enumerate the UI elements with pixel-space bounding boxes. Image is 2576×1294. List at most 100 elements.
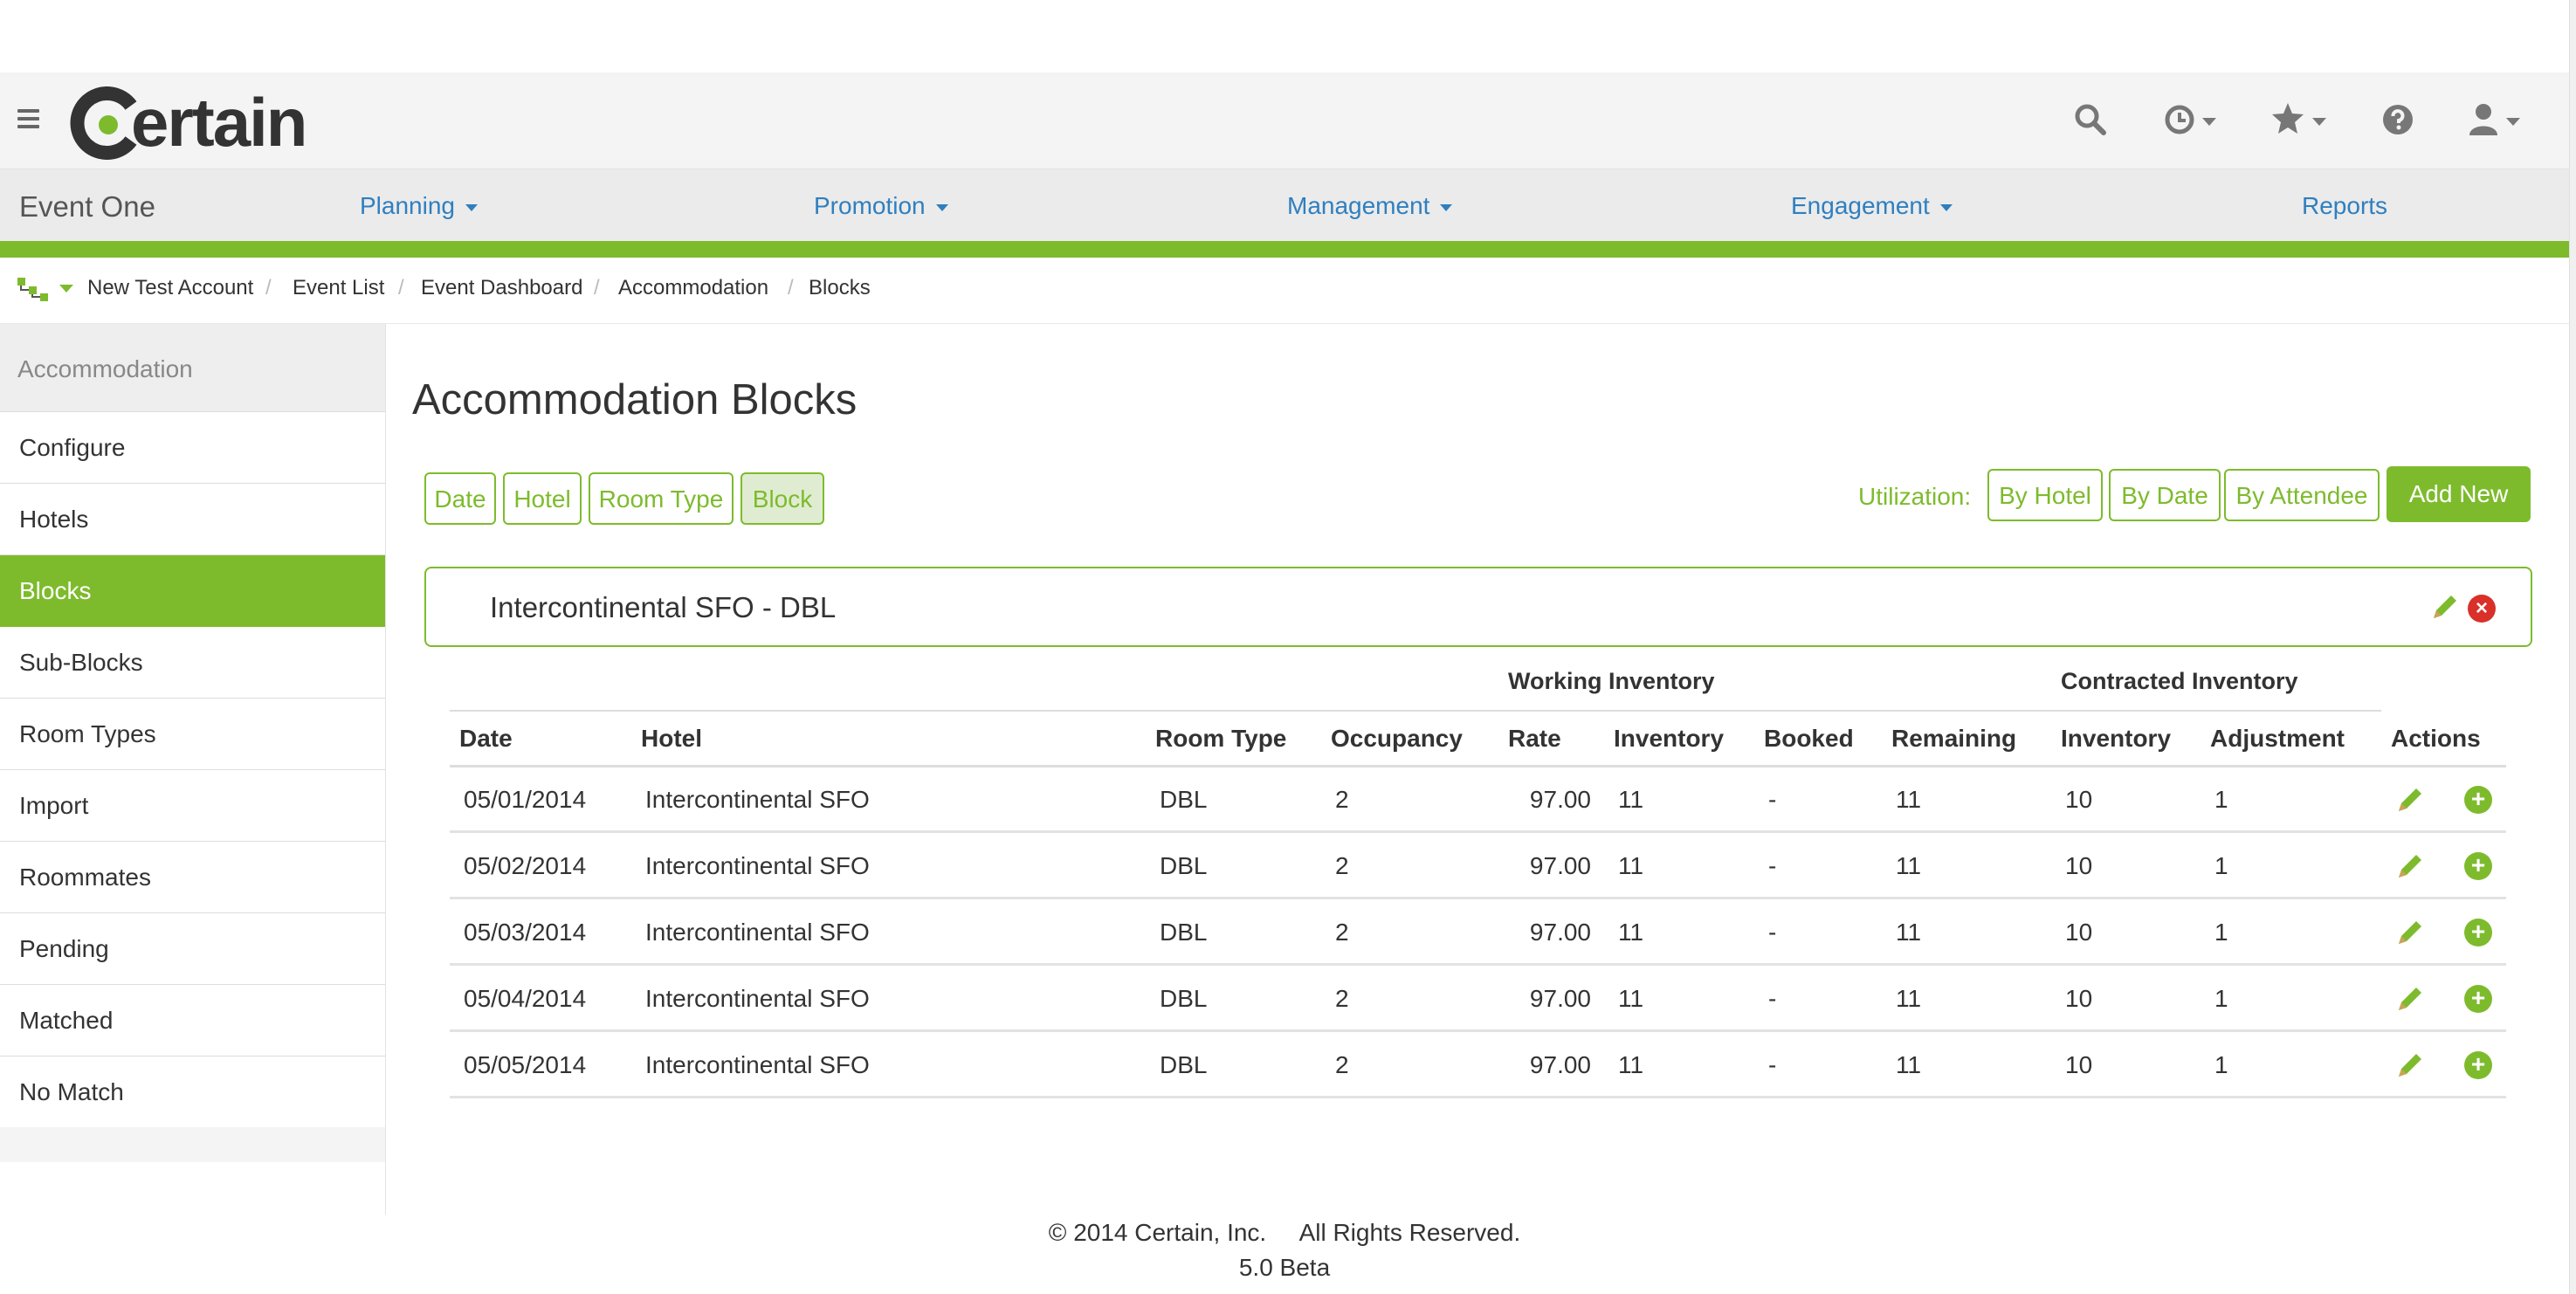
add-sub-block-icon[interactable]: + [2464, 985, 2492, 1013]
table-row: 05/04/2014 Intercontinental SFO DBL 2 97.00 1… [450, 966, 2506, 1032]
edit-row-icon[interactable] [2394, 919, 2424, 948]
sidebar-item-label: Sub-Blocks [19, 649, 143, 676]
nav-engagement[interactable]: Engagement [1791, 192, 1953, 220]
chevron-down-icon [2202, 118, 2216, 126]
nav-engagement-label: Engagement [1791, 192, 1930, 219]
cell-occupancy: 2 [1335, 852, 1349, 879]
cell-working-inventory: 11 [1618, 1051, 1644, 1078]
cell-occupancy: 2 [1335, 985, 1349, 1012]
table-row: 05/01/2014 Intercontinental SFO DBL 2 97.00 1… [450, 767, 2506, 833]
edit-row-icon[interactable] [2394, 786, 2424, 816]
sidebar-footer [0, 1127, 385, 1162]
column-header-occupancy[interactable]: Occupancy [1331, 725, 1463, 753]
cell-working-inventory: 11 [1618, 985, 1644, 1012]
utilization-by-attendee-button[interactable]: By Attendee [2224, 469, 2380, 521]
chevron-down-icon [2312, 118, 2326, 126]
hierarchy-icon[interactable] [16, 276, 77, 302]
sidebar-item-sub-blocks[interactable]: Sub-Blocks [0, 627, 385, 699]
delete-block-icon[interactable]: × [2468, 595, 2496, 623]
column-header-adjustment[interactable]: Adjustment [2210, 725, 2345, 753]
event-name[interactable]: Event One [19, 190, 155, 224]
version-text: 5.0 Beta [1238, 1254, 1331, 1281]
cell-remaining: 11 [1896, 1051, 1922, 1078]
add-sub-block-icon[interactable]: + [2464, 786, 2492, 814]
sidebar-item-label: Matched [19, 1007, 114, 1034]
column-header-date[interactable]: Date [459, 725, 513, 753]
column-header-booked[interactable]: Booked [1764, 725, 1854, 753]
search-button[interactable] [2073, 99, 2111, 142]
block-name: Intercontinental SFO - DBL [490, 591, 837, 623]
sidebar-item-pending[interactable]: Pending [0, 913, 385, 985]
nav-planning[interactable]: Planning [360, 192, 478, 220]
utilization-by-hotel-button[interactable]: By Hotel [1987, 469, 2103, 521]
utilization-by-date-button[interactable]: By Date [2109, 469, 2221, 521]
nav-reports[interactable]: Reports [2302, 192, 2387, 220]
sidebar-item-import[interactable]: Import [0, 770, 385, 842]
utilization-label: Utilization: [1858, 483, 1972, 510]
cell-date: 05/05/2014 [464, 1051, 587, 1078]
edit-block-icon[interactable] [2429, 593, 2459, 623]
help-button[interactable] [2382, 99, 2417, 142]
nav-promotion[interactable]: Promotion [814, 192, 948, 220]
breadcrumb-new-test-account[interactable]: New Test Account [87, 276, 253, 300]
sidebar-item-configure[interactable]: Configure [0, 412, 385, 484]
cell-hotel: Intercontinental SFO [645, 985, 870, 1012]
add-sub-block-icon[interactable]: + [2464, 1051, 2492, 1079]
history-button[interactable] [2164, 99, 2216, 142]
breadcrumb-event-list[interactable]: Event List [293, 276, 384, 300]
sidebar-item-label: No Match [19, 1078, 124, 1105]
sidebar-item-label: Room Types [19, 720, 156, 747]
cell-date: 05/02/2014 [464, 852, 587, 879]
edit-row-icon[interactable] [2394, 985, 2424, 1015]
block-panel: Intercontinental SFO - DBL × [424, 567, 2532, 647]
cell-room-type: DBL [1160, 985, 1208, 1012]
sidebar-item-roommates[interactable]: Roommates [0, 842, 385, 913]
star-icon [2272, 103, 2304, 134]
sidebar-title: Accommodation [17, 355, 193, 382]
column-header-hotel[interactable]: Hotel [641, 725, 702, 753]
column-header-working-inventory[interactable]: Inventory [1614, 725, 1724, 753]
add-sub-block-icon[interactable]: + [2464, 852, 2492, 880]
sidebar-item-matched[interactable]: Matched [0, 985, 385, 1057]
edit-row-icon[interactable] [2394, 1051, 2424, 1081]
cell-adjustment: 1 [2214, 985, 2228, 1012]
column-header-rate[interactable]: Rate [1508, 725, 1561, 753]
nav-management[interactable]: Management [1287, 192, 1453, 220]
sidebar-item-no-match[interactable]: No Match [0, 1057, 385, 1128]
breadcrumb-event-dashboard[interactable]: Event Dashboard [421, 276, 582, 300]
sidebar-item-hotels[interactable]: Hotels [0, 484, 385, 555]
edit-row-icon[interactable] [2394, 852, 2424, 882]
column-header-room-type[interactable]: Room Type [1155, 725, 1286, 753]
favorites-button[interactable] [2270, 99, 2328, 142]
column-header-contracted-inventory[interactable]: Inventory [2061, 725, 2171, 753]
cell-remaining: 11 [1896, 852, 1922, 879]
filter-date-button[interactable]: Date [424, 472, 496, 525]
filter-block-button[interactable]: Block [740, 472, 824, 525]
menu-icon[interactable] [17, 109, 39, 128]
cell-contracted-inventory: 10 [2065, 985, 2093, 1012]
cell-adjustment: 1 [2214, 786, 2228, 813]
history-icon [2165, 105, 2194, 134]
filter-room-type-button[interactable]: Room Type [589, 472, 734, 525]
cell-booked: - [1768, 1051, 1777, 1078]
caret-down-icon [465, 203, 478, 211]
nav-planning-label: Planning [360, 192, 455, 219]
cell-contracted-inventory: 10 [2065, 919, 2093, 946]
sidebar-item-room-types[interactable]: Room Types [0, 699, 385, 770]
cell-contracted-inventory: 10 [2065, 786, 2093, 813]
help-icon [2383, 105, 2413, 134]
add-sub-block-icon[interactable]: + [2464, 919, 2492, 946]
column-header-remaining[interactable]: Remaining [1891, 725, 2016, 753]
page: ertain Event One Planning Promotion Mana… [0, 0, 2576, 1294]
add-new-button[interactable]: Add New [2387, 466, 2531, 522]
breadcrumb-accommodation[interactable]: Accommodation [618, 276, 768, 300]
filter-hotel-button[interactable]: Hotel [503, 472, 582, 525]
cell-room-type: DBL [1160, 1051, 1208, 1078]
cell-occupancy: 2 [1335, 919, 1349, 946]
sidebar-item-blocks[interactable]: Blocks [0, 555, 385, 627]
window-scrollbar[interactable] [2569, 0, 2576, 1294]
user-menu-button[interactable] [2468, 99, 2522, 142]
cell-hotel: Intercontinental SFO [645, 852, 870, 879]
caret-down-icon [1440, 203, 1453, 211]
breadcrumb-separator: / [398, 276, 404, 299]
